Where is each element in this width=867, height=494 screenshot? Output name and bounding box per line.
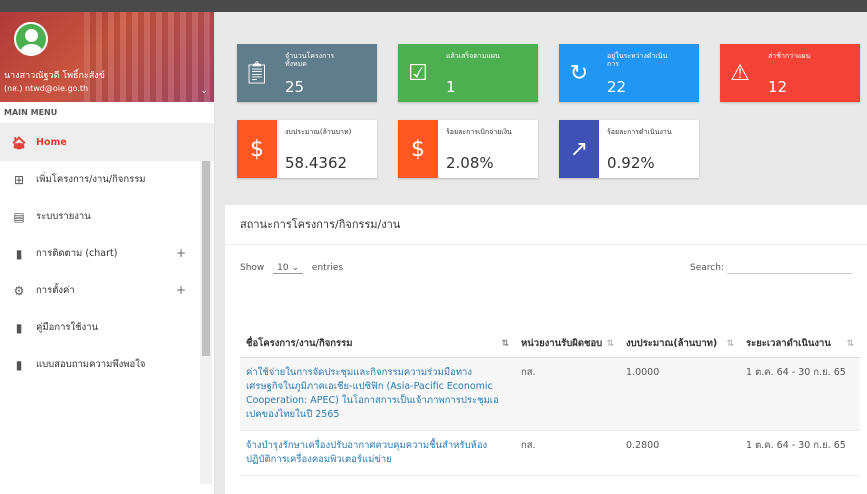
sidebar-item-label: ระบบรายงาน: [36, 211, 91, 222]
avatar: [14, 22, 48, 56]
table-row: จ้างบำรุงรักษาเครื่องปรับอากาศควบคุมความ…: [240, 430, 860, 476]
chevron-down-icon: ⌄: [291, 263, 300, 273]
table-row: ค่าใช้จ่ายในการจัดประชุมและกิจกรรมความร่…: [240, 357, 860, 431]
entries-select[interactable]: 10 ⌄: [273, 263, 304, 274]
sidebar-item-label: การติดตาม (chart): [36, 248, 118, 259]
expand-icon[interactable]: +: [176, 283, 186, 297]
check-shield-icon: ☑: [408, 60, 428, 86]
clipboard-icon: 📋︎: [243, 60, 271, 86]
user-name: นางสาวณัฐวดี โพธิ์กะสังข์: [4, 71, 105, 81]
sort-icon: ⇅: [846, 338, 854, 349]
gear-icon: ⚙: [13, 283, 25, 298]
sidebar-item-manual[interactable]: ▮ คู่มือการใช้งาน: [0, 309, 214, 346]
search-control: Search:: [690, 263, 852, 274]
sidebar-item-survey[interactable]: ▮ แบบสอบถามความพึงพอใจ: [0, 346, 214, 383]
building-background: [84, 12, 214, 102]
sidebar-item-label: การตั้งค่า: [36, 285, 75, 296]
sort-icon: ⇅: [726, 338, 734, 349]
warning-icon: ⚠: [730, 60, 750, 86]
project-link[interactable]: ค่าใช้จ่ายในการจัดประชุมและกิจกรรมความร่…: [246, 367, 499, 420]
user-email: (กส.) ntwd@oie.go.th: [4, 84, 89, 93]
sidebar-item-label: เพิ่มโครงการ/งาน/กิจกรรม: [36, 174, 146, 185]
tile-disbursement[interactable]: $ ร้อยละการเบิกจ่ายเงิน 2.08%: [398, 120, 538, 178]
cell-period: 1 ต.ค. 64 - 30 ก.ย. 65: [740, 430, 860, 476]
cell-period: 1 ต.ค. 64 - 30 ก.ย. 65: [740, 357, 860, 431]
tile-completed[interactable]: ☑ แล้วเสร็จตามแผน 1: [398, 44, 538, 102]
sort-icon: ⇅: [501, 338, 509, 349]
report-icon: ▤: [13, 209, 25, 224]
main-content: 📋︎ จำนวนโครงการทั้งหมด 25 ☑ แล้วเสร็จตาม…: [215, 12, 867, 494]
tile-progress[interactable]: ↗ ร้อยละการดำเนินงาน 0.92%: [559, 120, 699, 178]
project-link[interactable]: จ้างบำรุงรักษาเครื่องปรับอากาศควบคุมความ…: [246, 440, 487, 465]
sidebar-item-label: คู่มือการใช้งาน: [36, 322, 99, 333]
card-title: สถานะการโครงการ/กิจกรรม/งาน: [225, 205, 867, 245]
entries-control: Show 10 ⌄ entries: [240, 263, 344, 274]
column-header-name[interactable]: ชื่อโครงการ/งาน/กิจกรรม ⇅: [240, 301, 515, 358]
sidebar-item-settings[interactable]: ⚙ การตั้งค่า +: [0, 272, 214, 309]
chevron-down-icon[interactable]: ⌄: [200, 86, 208, 96]
dollar-icon: $: [237, 120, 277, 178]
main-menu-title: MAIN MENU: [0, 102, 214, 124]
sort-icon: ⇅: [606, 338, 614, 349]
tile-in-progress[interactable]: ↻ อยู่ในระหว่างดำเนินการ 22: [559, 44, 699, 102]
cell-budget: 1.0000: [620, 357, 740, 431]
cell-unit: กส.: [515, 430, 620, 476]
book-icon: ▮: [15, 320, 23, 335]
tile-delayed[interactable]: ⚠ ล่าช้ากว่าแผน 12: [720, 44, 860, 102]
bar-chart-icon: ▮: [15, 246, 23, 261]
plus-box-icon: ⊞: [13, 172, 25, 187]
refresh-icon: ↻: [569, 60, 589, 86]
cell-unit: กส.: [515, 357, 620, 431]
book-icon: ▮: [15, 357, 23, 372]
tile-budget[interactable]: $ งบประมาณ(ล้านบาท) 58.4362: [237, 120, 377, 178]
trending-up-icon: ↗: [559, 120, 599, 178]
cell-budget: 0.2800: [620, 430, 740, 476]
column-header-period[interactable]: ระยะเวลาดำเนินงาน ⇅: [740, 301, 860, 358]
sidebar-item-label: Home: [36, 137, 67, 148]
sidebar-item-add-project[interactable]: ⊞ เพิ่มโครงการ/งาน/กิจกรรม: [0, 161, 214, 198]
user-profile: นางสาวณัฐวดี โพธิ์กะสังข์ (กส.) ntwd@oie…: [0, 12, 214, 102]
sidebar-item-chart[interactable]: ▮ การติดตาม (chart) +: [0, 235, 214, 272]
search-input[interactable]: [727, 273, 852, 274]
project-table: ชื่อโครงการ/งาน/กิจกรรม ⇅ หน่วยงานรับผิดช…: [240, 301, 860, 476]
sidebar-item-home[interactable]: 🏠︎ Home: [0, 124, 214, 161]
sidebar: นางสาวณัฐวดี โพธิ์กะสังข์ (กส.) ntwd@oie…: [0, 12, 215, 494]
project-status-card: สถานะการโครงการ/กิจกรรม/งาน Show 10 ⌄ en…: [225, 205, 867, 494]
column-header-unit[interactable]: หน่วยงานรับผิดชอบ ⇅: [515, 301, 620, 358]
home-icon: 🏠︎: [11, 135, 27, 150]
sidebar-item-report[interactable]: ▤ ระบบรายงาน: [0, 198, 214, 235]
column-header-budget[interactable]: งบประมาณ(ล้านบาท) ⇅: [620, 301, 740, 358]
top-bar: [0, 0, 867, 12]
sidebar-item-label: แบบสอบถามความพึงพอใจ: [36, 359, 146, 370]
tile-total-projects[interactable]: 📋︎ จำนวนโครงการทั้งหมด 25: [237, 44, 377, 102]
dollar-icon: $: [398, 120, 438, 178]
expand-icon[interactable]: +: [176, 246, 186, 260]
